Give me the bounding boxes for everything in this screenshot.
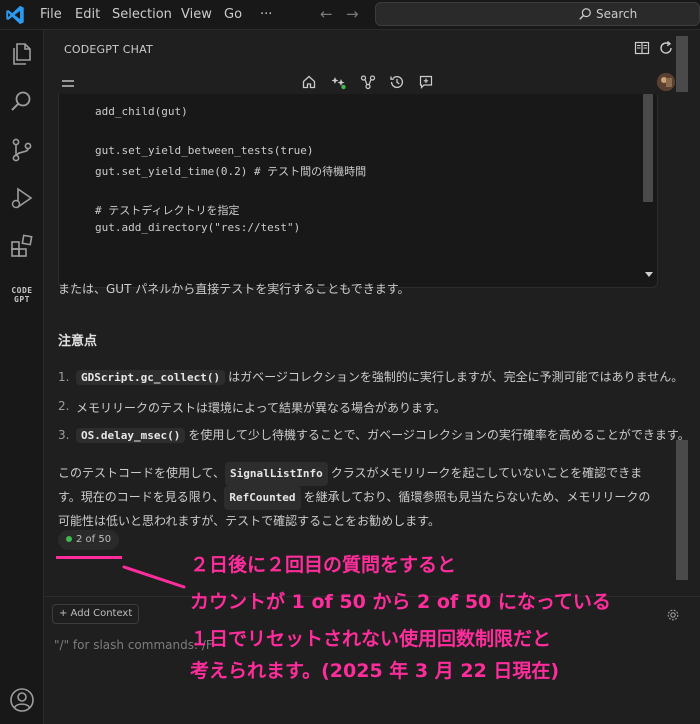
search-label: Search [596,7,638,21]
annotation-text: カウントが 1 of 50 から 2 of 50 になっている [190,591,611,613]
search-activity-icon[interactable] [8,88,36,116]
book-icon[interactable] [634,40,650,56]
list-item-text: メモリリークのテストは環境によって結果が異なる場合があります。 [76,401,446,415]
chat-scrollbar-track[interactable] [676,36,688,92]
add-context-button[interactable]: + Add Context [52,604,140,624]
codegpt-activity-icon[interactable]: CODE GPT [7,286,37,304]
new-chat-icon[interactable] [418,74,434,90]
list-item: GDScript.gc_collect() はガベージコレクションを強制的に実行し… [76,368,683,385]
codegpt-logo-bottom: GPT [14,295,30,304]
vscode-logo-icon [6,5,24,25]
annotation-underline [56,556,122,559]
home-icon[interactable] [301,74,317,90]
summary-text: このテストコードを使用して、 [58,466,226,480]
user-avatar[interactable] [657,73,675,91]
menu-more[interactable]: ··· [260,7,272,22]
panel-title: CODEGPT CHAT [64,43,153,56]
history-icon[interactable] [389,74,405,90]
agents-icon[interactable] [331,74,347,90]
refresh-icon[interactable] [658,40,674,56]
code-scrollbar-thumb[interactable] [643,94,653,202]
code-line: gut.set_yield_time(0.2) # テスト間の待機時間 [95,165,367,178]
search-icon [579,8,591,20]
inline-code: GDScript.gc_collect() [76,370,226,385]
menu-view[interactable]: View [181,7,212,22]
command-search-box[interactable]: Search [375,2,700,26]
run-debug-icon[interactable] [8,184,36,212]
annotation-pointer-line [122,565,186,589]
annotation-text: ２日後に２回目の質問をすると [190,554,457,576]
graph-icon[interactable] [360,74,376,90]
inline-code: RefCounted [224,486,301,510]
inline-code: OS.delay_msec() [76,428,186,443]
chat-intro-text: または、GUT パネルから直接テストを実行することもできます。 [58,282,410,296]
list-item: OS.delay_msec() を使用して少し待機することで、ガベージコレクション… [76,426,690,443]
list-item-number: 3. [58,428,70,442]
codegpt-logo-top: CODE [11,286,33,295]
menu-edit[interactable]: Edit [75,7,100,22]
list-item: メモリリークのテストは環境によって結果が異なる場合があります。 [76,399,446,416]
extensions-icon[interactable] [8,232,36,260]
summary-paragraph: このテストコードを使用して、 SignalListInfo クラスがメモリリークを起… [58,462,658,532]
menu-selection[interactable]: Selection [112,7,172,22]
activity-bar: CODE GPT [0,30,44,724]
inline-code: SignalListInfo [225,462,328,486]
list-item-text: を使用して少し待機することで、ガベージコレクションの実行確率を高めることができま… [188,428,690,442]
back-arrow-icon[interactable]: ← [320,5,333,23]
menu-go[interactable]: Go [224,7,242,22]
chat-scrollbar-thumb[interactable] [676,440,688,580]
list-item-number: 1. [58,370,70,384]
account-icon[interactable] [8,686,36,714]
codegpt-chat-panel: CODEGPT CHAT add_child(gut) gut.set_yiel… [44,30,700,724]
code-line: gut.set_yield_between_tests(true) [95,144,314,157]
code-scroll-down-icon[interactable] [645,272,653,277]
settings-gear-icon[interactable] [666,608,680,622]
code-line: gut.add_directory("res://test") [95,221,301,234]
annotation-text: 考えられます。(2025 年 3 月 22 日現在) [190,660,560,682]
code-line: add_child(gut) [95,105,188,118]
title-bar: File Edit Selection View Go ··· ← → Sear… [0,0,700,30]
code-line: # テストディレクトリを指定 [95,204,240,217]
menu-file[interactable]: File [40,7,62,22]
notes-heading: 注意点 [58,334,98,349]
annotation-text: １日でリセットされない使用回数制限だと [190,628,552,650]
usage-counter-badge: 2 of 50 [58,530,120,550]
code-block: add_child(gut) gut.set_yield_between_tes… [58,94,658,288]
hamburger-menu-icon[interactable] [60,77,76,91]
list-item-number: 2. [58,399,70,413]
avatar-image-icon [657,73,675,91]
explorer-icon[interactable] [8,40,36,68]
source-control-icon[interactable] [8,136,36,164]
list-item-text: はガベージコレクションを強制的に実行しますが、完全に予測可能ではありません。 [228,370,684,384]
status-dot-icon [66,536,72,542]
usage-counter-text: 2 of 50 [76,534,112,545]
forward-arrow-icon[interactable]: → [346,5,359,23]
